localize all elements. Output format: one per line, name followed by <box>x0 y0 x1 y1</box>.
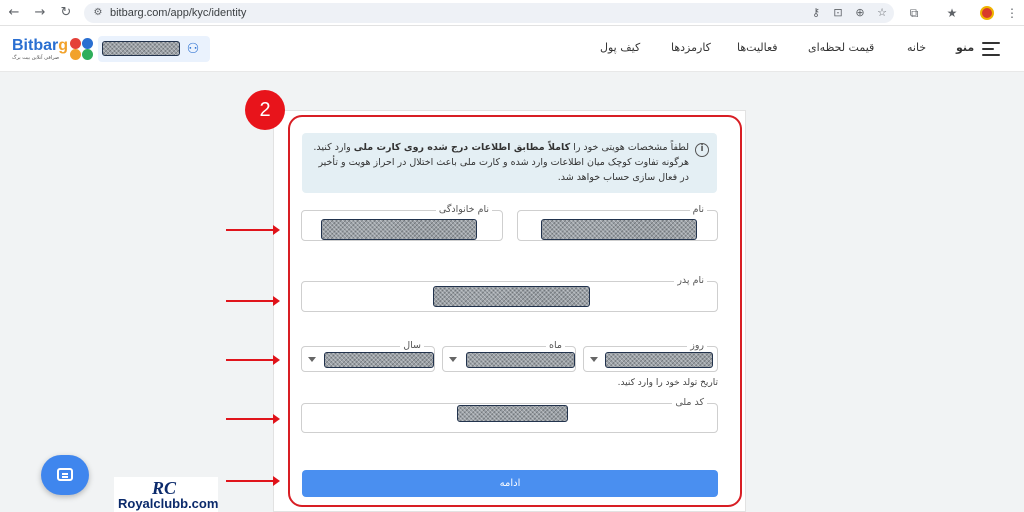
bookmarks-icon[interactable]: ★ <box>944 5 960 21</box>
last-name-field[interactable]: نام خانوادگی <box>301 203 503 241</box>
birth-day-select[interactable]: روز <box>583 339 718 372</box>
redacted-month <box>466 352 575 368</box>
nav-activities[interactable]: فعالیت‌ها <box>737 41 778 54</box>
step-badge: 2 <box>245 90 285 130</box>
logo-text: Bitbar <box>12 37 59 54</box>
first-name-label: نام <box>689 203 707 217</box>
last-name-label: نام خانوادگی <box>435 203 492 217</box>
redacted-national-code <box>457 405 568 422</box>
reload-icon[interactable]: ↻ <box>58 5 74 21</box>
father-name-field[interactable]: نام پدر <box>301 274 718 312</box>
info-text: لطفاً مشخصات هویتی خود را کاملاً مطابق ا… <box>313 142 689 183</box>
back-icon[interactable]: ← <box>6 5 22 21</box>
site-info-icon[interactable]: ⚙ <box>90 5 106 21</box>
annotation-arrow <box>226 414 280 424</box>
annotation-arrow <box>226 225 280 235</box>
forward-icon[interactable]: → <box>32 5 48 21</box>
redacted-day <box>605 352 713 368</box>
birth-date-hint: تاریخ تولد خود را وارد کنید. <box>617 378 718 388</box>
profile-avatar[interactable] <box>980 6 994 20</box>
national-code-label: کد ملی <box>672 396 707 410</box>
install-app-icon[interactable]: ⊡ <box>830 5 846 21</box>
nav-fees[interactable]: کارمزدها <box>671 41 711 54</box>
url-text[interactable]: bitbarg.com/app/kyc/identity <box>110 3 246 23</box>
watermark: RC Royalclubb.com <box>114 477 218 512</box>
logo-dots-icon <box>70 38 96 60</box>
redacted-last-name <box>321 219 477 240</box>
month-label: ماه <box>546 339 565 353</box>
user-account-button[interactable]: ⚇ <box>98 36 210 62</box>
redacted-first-name <box>541 219 697 240</box>
father-name-label: نام پدر <box>674 274 707 288</box>
annotation-arrow <box>226 355 280 365</box>
info-notice: i لطفاً مشخصات هویتی خود را کاملاً مطابق… <box>302 133 717 193</box>
address-bar[interactable]: ⚙ bitbarg.com/app/kyc/identity ⚷ ⊡ ⊕ ☆ <box>84 3 894 23</box>
password-key-icon[interactable]: ⚷ <box>808 5 824 21</box>
more-menu-icon[interactable]: ⋮ <box>1004 5 1020 21</box>
day-label: روز <box>687 339 707 353</box>
logo-subtitle: صرافی آنلاین بیت برگ <box>12 55 60 61</box>
logo-text-g: g <box>58 37 69 54</box>
birth-month-select[interactable]: ماه <box>442 339 576 372</box>
continue-button[interactable]: ادامه <box>302 470 718 497</box>
redacted-father-name <box>433 286 590 307</box>
menu-label[interactable]: منو <box>956 41 974 54</box>
redacted-username <box>102 41 180 56</box>
year-label: سال <box>400 339 424 353</box>
chevron-down-icon <box>590 357 598 362</box>
site-header: Bitbarg صرافی آنلاین بیت برگ ⚇ کیف پول ک… <box>0 26 1024 72</box>
nav-home[interactable]: خانه <box>907 41 926 54</box>
first-name-field[interactable]: نام <box>517 203 718 241</box>
nav-wallet[interactable]: کیف پول <box>600 41 640 54</box>
national-code-field[interactable]: کد ملی <box>301 396 718 433</box>
bookmark-star-icon[interactable]: ☆ <box>874 5 890 21</box>
redacted-year <box>324 352 434 368</box>
user-icon: ⚇ <box>186 41 200 57</box>
site-logo[interactable]: Bitbarg <box>12 37 68 55</box>
zoom-icon[interactable]: ⊕ <box>852 5 868 21</box>
hamburger-menu-icon[interactable] <box>982 42 1000 56</box>
chevron-down-icon <box>308 357 316 362</box>
annotation-arrow <box>226 296 280 306</box>
birth-year-select[interactable]: سال <box>301 339 435 372</box>
annotation-arrow <box>226 476 280 486</box>
extensions-icon[interactable]: ⧉ <box>906 5 922 21</box>
chevron-down-icon <box>449 357 457 362</box>
watermark-text: Royalclubb.com <box>118 496 219 511</box>
info-icon: i <box>695 143 709 157</box>
support-chat-button[interactable] <box>41 455 89 495</box>
chat-icon <box>57 468 73 481</box>
nav-live-prices[interactable]: قیمت لحظه‌ای <box>808 41 874 54</box>
browser-toolbar: ← → ↻ ⚙ bitbarg.com/app/kyc/identity ⚷ ⊡… <box>0 0 1024 26</box>
